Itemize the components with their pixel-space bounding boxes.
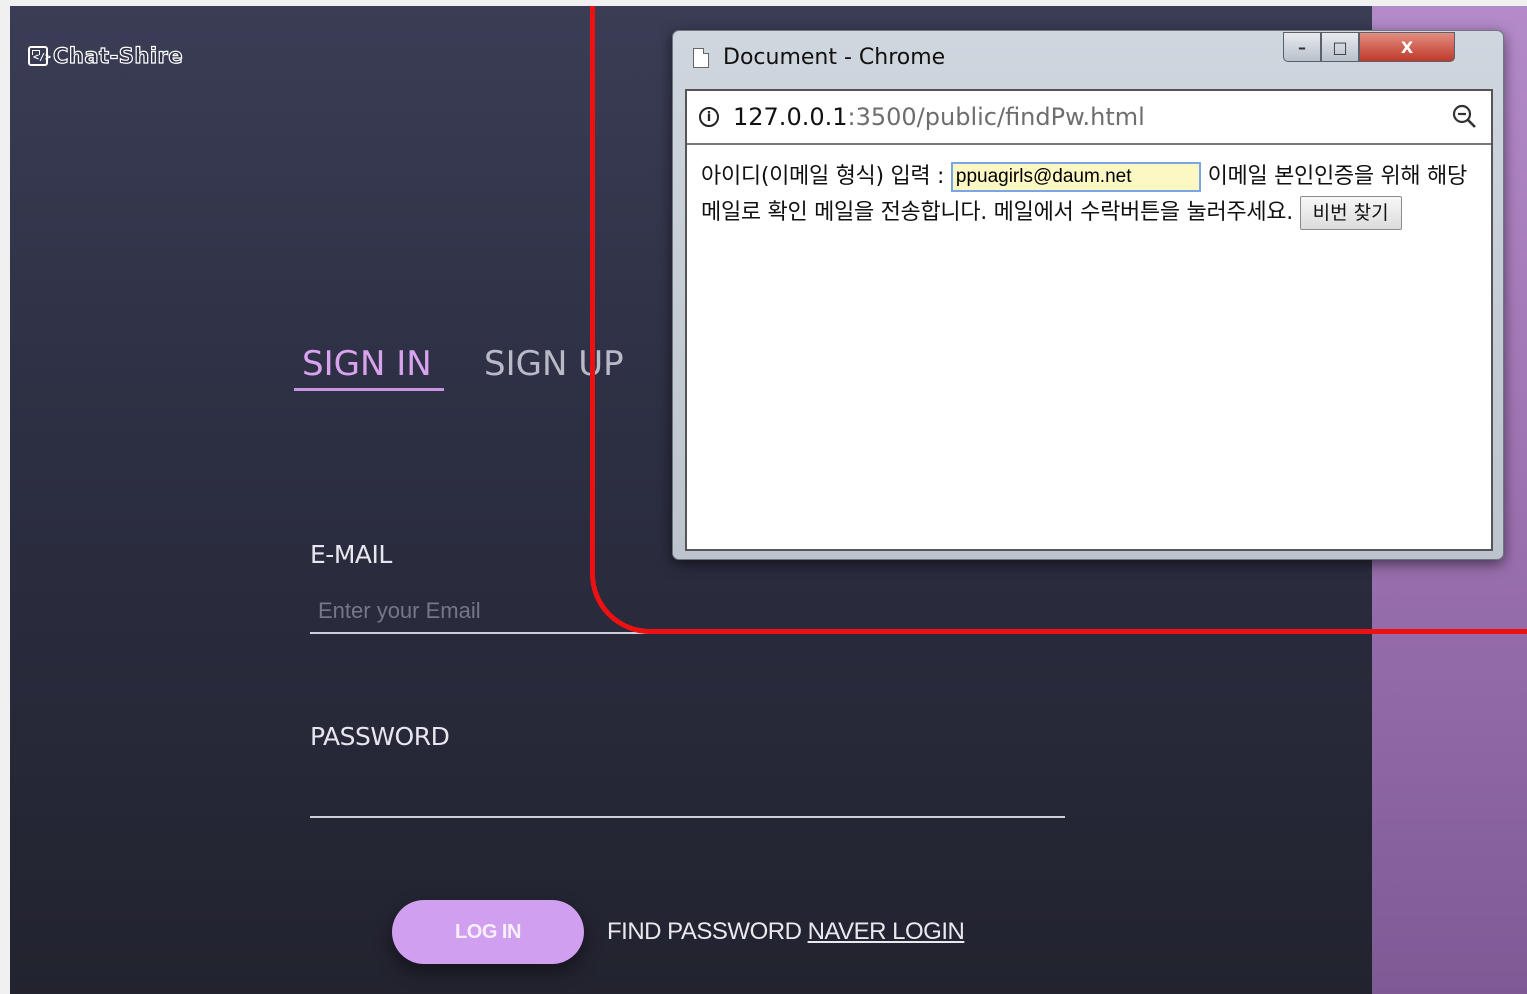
document-icon <box>693 47 709 68</box>
minimize-button[interactable]: – <box>1283 32 1321 62</box>
zoom-out-icon[interactable] <box>1451 103 1477 129</box>
email-input[interactable] <box>310 590 1065 634</box>
info-icon[interactable]: i <box>699 107 719 127</box>
id-email-input[interactable] <box>950 162 1201 192</box>
logo[interactable]: </> Chat-Shire <box>28 43 184 69</box>
naver-login-link[interactable]: NAVER LOGIN <box>808 918 965 945</box>
code-icon: </> <box>28 46 51 66</box>
window-controls: – □ X <box>1283 32 1455 62</box>
tab-sign-in[interactable]: SIGN IN <box>302 344 432 384</box>
address-bar[interactable]: i 127.0.0.1:3500/public/findPw.html <box>687 91 1491 145</box>
find-password-button[interactable]: 비번 찾기 <box>1299 196 1402 230</box>
tab-sign-up[interactable]: SIGN UP <box>484 344 624 384</box>
popup-window: Document - Chrome – □ X i 127.0.0.1:3500… <box>672 30 1504 560</box>
popup-title: Document - Chrome <box>723 45 946 70</box>
email-label: E-MAIL <box>310 540 392 569</box>
popup-titlebar[interactable]: Document - Chrome <box>693 45 945 70</box>
url-host: 127.0.0.1 <box>733 103 848 131</box>
password-input[interactable] <box>310 774 1065 818</box>
logo-text: Chat-Shire <box>52 43 184 68</box>
active-tab-indicator <box>294 388 444 391</box>
find-password-link[interactable]: FIND PASSWORD <box>607 918 802 945</box>
close-button[interactable]: X <box>1359 32 1455 62</box>
find-password-form: 아이디(이메일 형식) 입력 : 이메일 본인인증을 위해 해당 메일로 확인 … <box>687 145 1491 245</box>
password-label: PASSWORD <box>310 722 450 751</box>
id-prompt-label: 아이디(이메일 형식) 입력 : <box>701 164 945 189</box>
login-button[interactable]: LOG IN <box>392 900 584 964</box>
popup-content: i 127.0.0.1:3500/public/findPw.html 아이디(… <box>685 89 1493 551</box>
url-path: :3500/public/findPw.html <box>847 103 1145 131</box>
maximize-button[interactable]: □ <box>1321 32 1359 62</box>
bottom-links: FIND PASSWORD NAVER LOGIN <box>607 918 965 946</box>
